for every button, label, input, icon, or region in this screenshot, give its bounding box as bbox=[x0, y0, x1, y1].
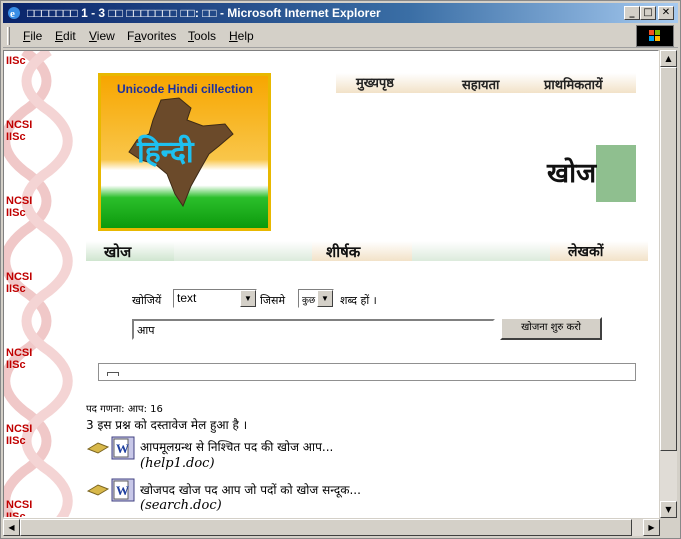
search-field-label: खोजियें bbox=[132, 294, 162, 307]
result-title-link[interactable]: खोजपद खोज पद आप जो पदों को खोज सन्दूक... bbox=[140, 481, 361, 498]
nav-help-link[interactable]: सहायता bbox=[462, 75, 499, 93]
scroll-down-icon[interactable]: ▼ bbox=[660, 501, 677, 518]
toolbar-grip[interactable] bbox=[7, 27, 10, 45]
menu-favorites[interactable]: Favorites bbox=[127, 29, 176, 43]
page-title: खोज bbox=[547, 158, 597, 189]
menu-bar: File Edit View Favorites Tools Help bbox=[3, 24, 678, 48]
vertical-scroll-thumb[interactable] bbox=[660, 67, 677, 451]
menu-file[interactable]: File bbox=[23, 29, 42, 43]
word-count: पद गणना: आप: 16 bbox=[86, 404, 163, 415]
sidebar-label: NCSI IISc bbox=[6, 119, 33, 143]
scroll-left-icon[interactable]: ◀ bbox=[3, 519, 20, 536]
tab-bar: खोज शीर्षक लेखकों bbox=[86, 241, 648, 261]
windows-logo-icon bbox=[636, 25, 674, 47]
tab-search[interactable]: खोज bbox=[86, 241, 174, 261]
svg-text:W: W bbox=[116, 441, 129, 456]
sidebar-label: NCSI IISc bbox=[6, 195, 33, 219]
sidebar-label: NCSI IISc bbox=[6, 499, 33, 518]
scroll-up-icon[interactable]: ▲ bbox=[660, 50, 677, 67]
horizontal-scroll-thumb[interactable] bbox=[20, 519, 632, 536]
search-input[interactable]: आप bbox=[132, 319, 495, 340]
tab-authors[interactable]: लेखकों bbox=[550, 241, 648, 261]
internet-explorer-icon: e bbox=[8, 7, 20, 20]
words-label: शब्द हों । bbox=[340, 294, 377, 307]
field-select[interactable]: text ▼ bbox=[173, 289, 257, 308]
vertical-scrollbar[interactable]: ▲ ▼ bbox=[660, 50, 677, 518]
mode-select[interactable]: कुछ ▼ bbox=[298, 289, 334, 308]
title-bar[interactable]: e □□□□□□□ 1 - 3 □□ □□□□□□□ □□: □□ - Micr… bbox=[3, 3, 678, 23]
scroll-right-icon[interactable]: ▶ bbox=[643, 519, 660, 536]
nav-preferences-link[interactable]: प्राथमिकतायें bbox=[544, 75, 603, 93]
menu-view[interactable]: View bbox=[89, 29, 115, 43]
result-filename: (help1.doc) bbox=[140, 456, 215, 471]
menu-tools[interactable]: Tools bbox=[188, 29, 216, 43]
sidebar-label: NCSI IISc bbox=[6, 423, 33, 447]
document-icon[interactable]: W bbox=[86, 435, 138, 461]
hindi-collection-logo: Unicode Hindi cillection हिन्दी bbox=[98, 73, 271, 231]
sidebar-decoration: IISc NCSI IISc NCSI IISc NCSI IISc NCSI IISc… bbox=[4, 51, 74, 518]
status-box bbox=[98, 363, 636, 381]
nav-home-link[interactable]: मुख्यपृष्ठ bbox=[356, 73, 394, 91]
menu-edit[interactable]: Edit bbox=[55, 29, 76, 43]
result-filename: (search.doc) bbox=[140, 498, 222, 513]
svg-text:W: W bbox=[116, 483, 129, 498]
search-button[interactable]: खोजना शुरु करो bbox=[500, 317, 602, 340]
minimize-button[interactable]: _ bbox=[624, 6, 640, 20]
sidebar-label: NCSI IISc bbox=[6, 271, 33, 295]
sidebar-label: IISc bbox=[6, 55, 26, 67]
result-summary: 3 इस प्रश्न को दस्तावेज मेल हुआ है । bbox=[86, 418, 248, 432]
logo-hindi-text: हिन्दी bbox=[137, 135, 194, 170]
top-navigation: मुख्यपृष्ठ सहायता प्राथमिकतायें bbox=[336, 73, 636, 93]
scrollbar-corner bbox=[660, 519, 677, 536]
menu-help[interactable]: Help bbox=[229, 29, 254, 43]
result-title-link[interactable]: आपमूलग्रन्थ से निश्चित पद की खोज आप... bbox=[140, 438, 333, 455]
browser-window: e □□□□□□□ 1 - 3 □□ □□□□□□□ □□: □□ - Micr… bbox=[0, 0, 681, 539]
in-which-label: जिसमे bbox=[260, 294, 286, 307]
horizontal-scrollbar[interactable]: ◀ ▶ bbox=[3, 519, 660, 536]
close-button[interactable]: ✕ bbox=[658, 6, 674, 20]
tab-title[interactable]: शीर्षक bbox=[312, 241, 412, 261]
page-content: IISc NCSI IISc NCSI IISc NCSI IISc NCSI IISc… bbox=[3, 50, 659, 518]
sidebar-label: NCSI IISc bbox=[6, 347, 33, 371]
chevron-down-icon[interactable]: ▼ bbox=[317, 290, 333, 307]
chevron-down-icon[interactable]: ▼ bbox=[240, 290, 256, 307]
document-icon[interactable]: W bbox=[86, 477, 138, 503]
search-heading-highlight bbox=[596, 145, 636, 202]
svg-text:e: e bbox=[10, 8, 15, 20]
maximize-button[interactable]: □ bbox=[640, 6, 656, 20]
window-title: □□□□□□□ 1 - 3 □□ □□□□□□□ □□: □□ - Micros… bbox=[27, 6, 381, 20]
